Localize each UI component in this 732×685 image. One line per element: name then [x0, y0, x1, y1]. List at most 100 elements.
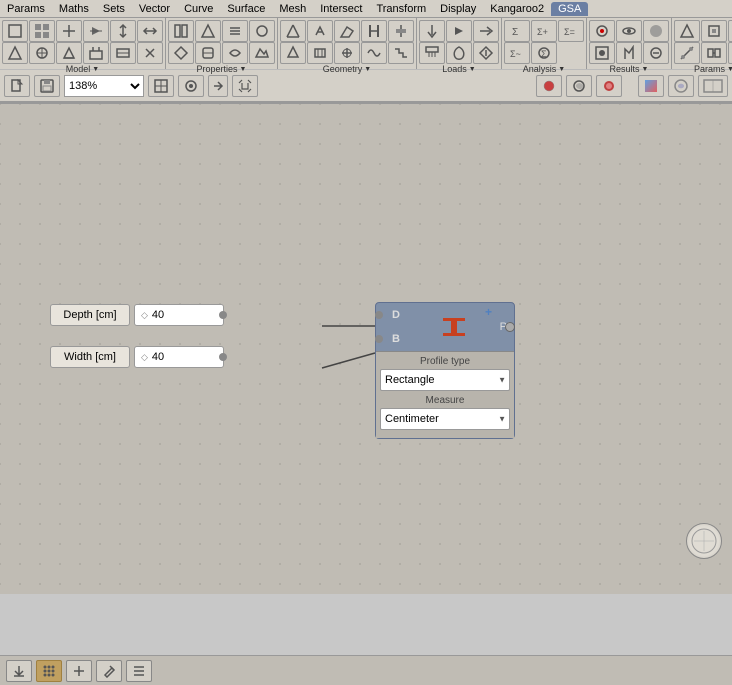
geom-btn-9[interactable]	[361, 42, 387, 64]
navigator[interactable]	[686, 523, 722, 559]
geom-btn-4[interactable]	[361, 20, 387, 42]
model-btn-9[interactable]	[56, 42, 82, 64]
params-btn-3[interactable]	[728, 20, 732, 42]
geom-btn-1[interactable]	[280, 20, 306, 42]
results-btn-5[interactable]	[616, 42, 642, 64]
color-btn-2[interactable]	[566, 75, 592, 97]
geom-btn-8[interactable]	[334, 42, 360, 64]
menu-kangaroo2[interactable]: Kangaroo2	[483, 2, 551, 16]
menu-mesh[interactable]: Mesh	[272, 2, 313, 16]
color-btn-3[interactable]	[596, 75, 622, 97]
params-btn-5[interactable]	[701, 42, 727, 64]
status-btn-pen[interactable]	[96, 660, 122, 682]
menu-curve[interactable]: Curve	[177, 2, 220, 16]
geom-btn-3[interactable]	[334, 20, 360, 42]
gradient-btn-1[interactable]	[638, 75, 664, 97]
props-btn-8[interactable]	[249, 42, 275, 64]
width-right-connector	[219, 353, 227, 361]
model-btn-3[interactable]	[56, 20, 82, 42]
params-btn-4[interactable]	[674, 42, 700, 64]
zoom-select[interactable]: 138% 100% 75% 50%	[64, 75, 144, 97]
geom-btn-5[interactable]	[388, 20, 414, 42]
menu-surface[interactable]: Surface	[220, 2, 272, 16]
results-btn-4[interactable]	[589, 42, 615, 64]
profile-type-select[interactable]: Rectangle Circle I-Beam	[380, 369, 510, 391]
props-btn-7[interactable]	[222, 42, 248, 64]
width-value[interactable]: ◇ 40	[134, 346, 224, 368]
view-btn-4[interactable]	[232, 75, 258, 97]
results-btn-1[interactable]	[589, 20, 615, 42]
menu-gsa[interactable]: GSA	[551, 2, 588, 16]
model-btn-7[interactable]	[2, 42, 28, 64]
loads-btn-6[interactable]	[473, 42, 499, 64]
status-btn-grid[interactable]	[36, 660, 62, 682]
width-node: Width [cm] ◇ 40	[50, 346, 224, 368]
loads-btn-3[interactable]	[473, 20, 499, 42]
toolbar-group-loads: Loads ▼	[417, 18, 502, 69]
menu-display[interactable]: Display	[433, 2, 483, 16]
menu-maths[interactable]: Maths	[52, 2, 96, 16]
results-btn-3[interactable]	[643, 20, 669, 42]
model-btn-5[interactable]	[110, 20, 136, 42]
analysis-btn-5[interactable]: Σ	[531, 42, 557, 64]
model-btn-12[interactable]	[137, 42, 163, 64]
params-btn-2[interactable]	[701, 20, 727, 42]
analysis-btn-2[interactable]: Σ+	[531, 20, 557, 42]
menu-params[interactable]: Params	[0, 2, 52, 16]
results-btn-6[interactable]	[643, 42, 669, 64]
model-btn-1[interactable]	[2, 20, 28, 42]
measure-select[interactable]: Centimeter Millimeter Meter	[380, 408, 510, 430]
loads-btn-2[interactable]	[446, 20, 472, 42]
model-btn-4[interactable]	[83, 20, 109, 42]
model-btn-2[interactable]	[29, 20, 55, 42]
analysis-btn-1[interactable]: Σ	[504, 20, 530, 42]
status-btn-add[interactable]	[66, 660, 92, 682]
props-btn-4[interactable]	[249, 20, 275, 42]
params-btn-1[interactable]	[674, 20, 700, 42]
toolbar-group-analysis: Σ Σ+ Σ= Σ~ Σ Analysis ▼	[502, 18, 587, 69]
gradient-btn-3[interactable]	[698, 75, 728, 97]
results-btn-2[interactable]	[616, 20, 642, 42]
props-btn-3[interactable]	[222, 20, 248, 42]
port-d-label: D	[384, 309, 400, 321]
depth-value[interactable]: ◇ 40	[134, 304, 224, 326]
geom-btn-6[interactable]	[280, 42, 306, 64]
i-beam-icon	[412, 312, 496, 342]
props-btn-6[interactable]	[195, 42, 221, 64]
loads-btn-1[interactable]	[419, 20, 445, 42]
view-btn-2[interactable]	[178, 75, 204, 97]
loads-btn-4[interactable]	[419, 42, 445, 64]
svg-text:Σ=: Σ=	[564, 27, 575, 37]
menu-vector[interactable]: Vector	[132, 2, 177, 16]
props-btn-1[interactable]	[168, 20, 194, 42]
menu-sets[interactable]: Sets	[96, 2, 132, 16]
plus-icon[interactable]: +	[485, 305, 492, 319]
props-btn-5[interactable]	[168, 42, 194, 64]
model-btn-8[interactable]	[29, 42, 55, 64]
profile-header: D B + Pf	[376, 303, 514, 351]
geom-btn-2[interactable]	[307, 20, 333, 42]
analysis-btn-3[interactable]: Σ=	[558, 20, 584, 42]
menu-intersect[interactable]: Intersect	[313, 2, 369, 16]
color-btn-1[interactable]	[536, 75, 562, 97]
model-btn-10[interactable]	[83, 42, 109, 64]
params-btn-6[interactable]	[728, 42, 732, 64]
geom-btn-10[interactable]	[388, 42, 414, 64]
status-btn-settings[interactable]	[126, 660, 152, 682]
loads-btn-5[interactable]	[446, 42, 472, 64]
save-btn[interactable]	[34, 75, 60, 97]
depth-label: Depth [cm]	[50, 304, 130, 326]
model-btn-11[interactable]	[110, 42, 136, 64]
gradient-btn-2[interactable]	[668, 75, 694, 97]
menu-transform[interactable]: Transform	[369, 2, 433, 16]
canvas-area[interactable]: Depth [cm] ◇ 40 Width [cm] ◇ 40 D	[0, 104, 732, 594]
props-btn-2[interactable]	[195, 20, 221, 42]
new-file-btn[interactable]	[4, 75, 30, 97]
view-btn-3[interactable]	[208, 75, 228, 97]
model-buttons-bottom	[2, 42, 163, 64]
model-btn-6[interactable]	[137, 20, 163, 42]
status-btn-download[interactable]	[6, 660, 32, 682]
view-btn-1[interactable]	[148, 75, 174, 97]
geom-btn-7[interactable]	[307, 42, 333, 64]
analysis-btn-4[interactable]: Σ~	[504, 42, 530, 64]
